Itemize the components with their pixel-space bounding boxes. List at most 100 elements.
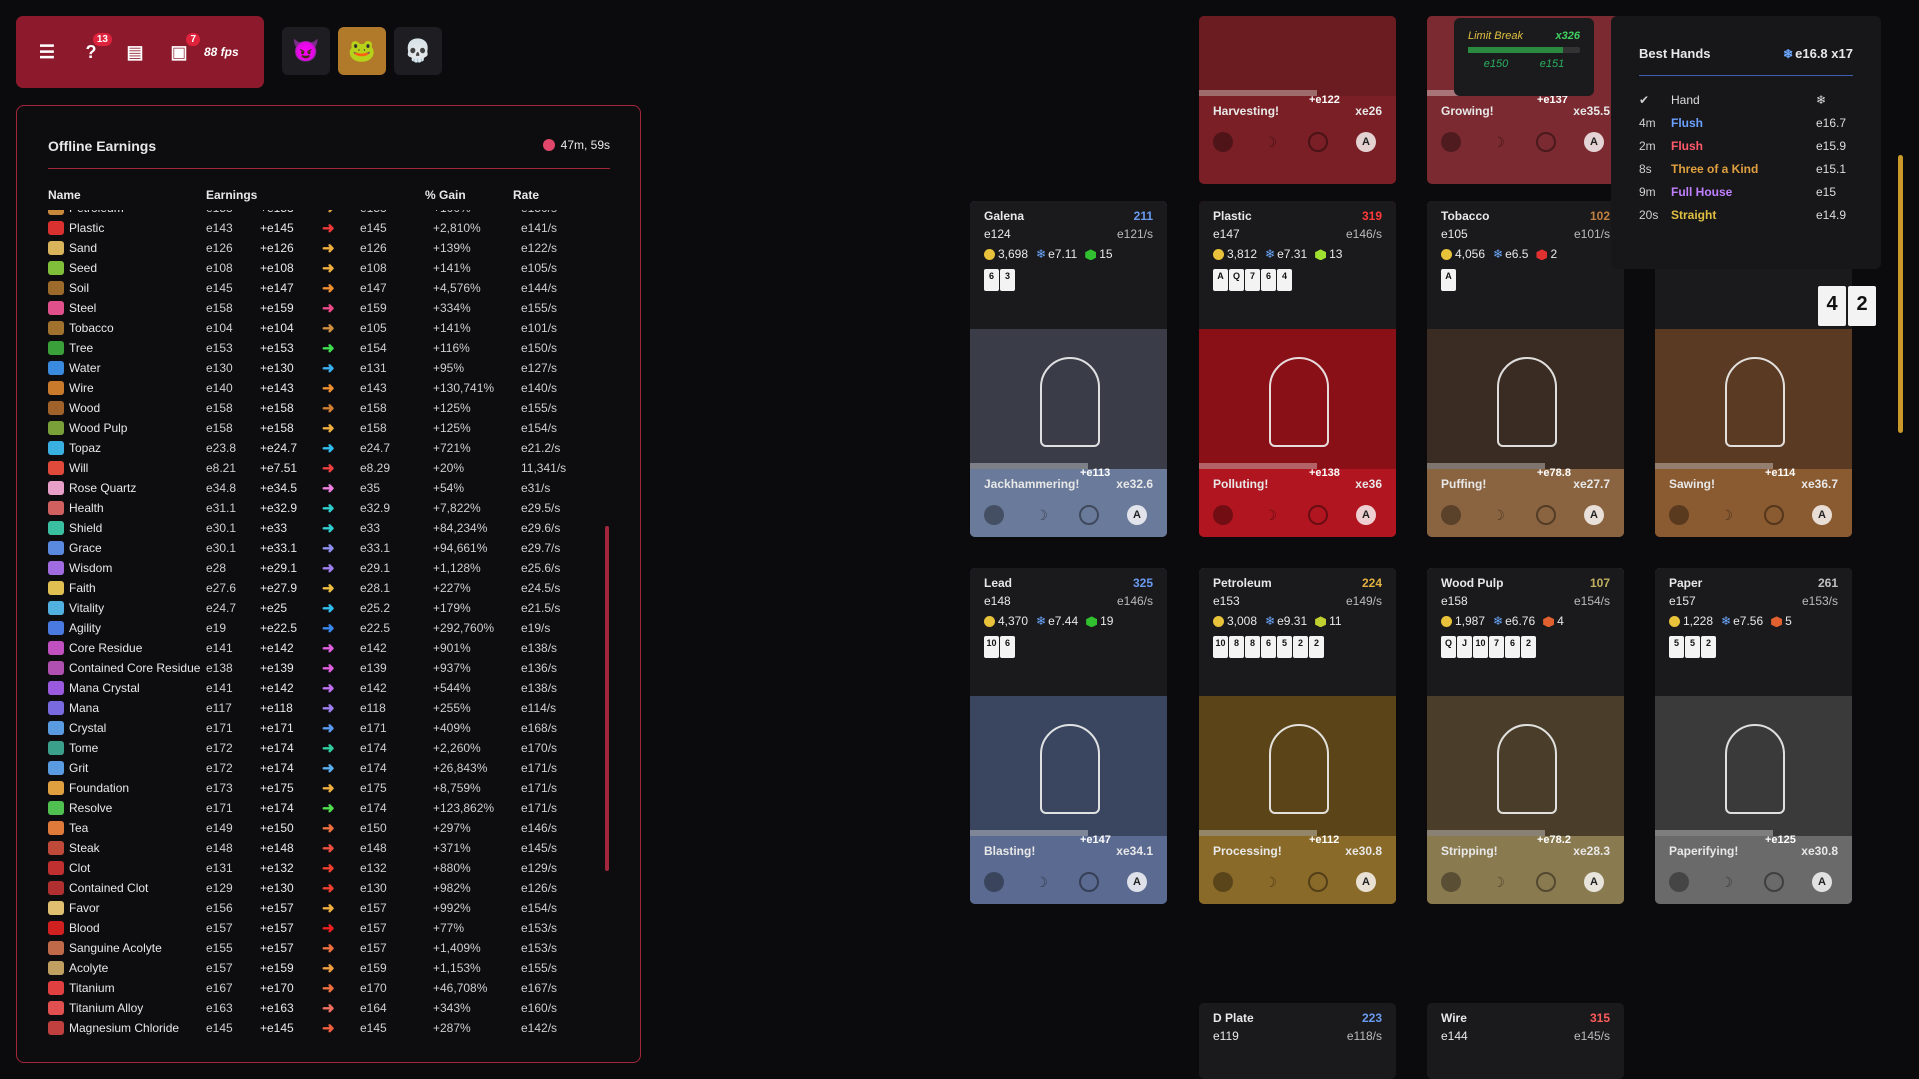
resource-card-lead[interactable]: Lead 325 e148 e146/s 4,370 ❄ e7.44 19 10 6 Blastin…: [970, 568, 1167, 904]
info-icon[interactable]: [1079, 872, 1100, 892]
playing-card[interactable]: 5: [1277, 636, 1292, 658]
card-art[interactable]: [1427, 696, 1624, 836]
moon-icon[interactable]: ☽: [1717, 872, 1737, 892]
resource-card-tobacco[interactable]: Tobacco 102 e105 e101/s 4,056 ❄ e6.5 2 A Puffing!…: [1427, 201, 1624, 537]
chat-icon[interactable]: [984, 872, 1004, 892]
playing-card[interactable]: 7: [1489, 636, 1504, 658]
playing-card[interactable]: 8: [1229, 636, 1244, 658]
card-art[interactable]: [1199, 16, 1396, 96]
card-art[interactable]: [1427, 329, 1624, 469]
main-scrollbar[interactable]: [1898, 155, 1903, 433]
chat-icon[interactable]: [984, 505, 1004, 525]
playing-card[interactable]: 6: [1505, 636, 1520, 658]
earnings-list[interactable]: Petroleume153+e153➜e153+100%e150/sPlasti…: [48, 210, 608, 1056]
info-icon[interactable]: [1764, 505, 1785, 525]
menu-icon[interactable]: ☰: [36, 41, 58, 63]
auto-icon[interactable]: A: [1126, 872, 1147, 892]
info-icon[interactable]: [1079, 505, 1100, 525]
playing-card[interactable]: 6: [1261, 636, 1276, 658]
playing-card[interactable]: A: [1213, 269, 1228, 291]
playing-card[interactable]: 10: [984, 636, 999, 658]
info-icon[interactable]: [1308, 505, 1329, 525]
playing-card[interactable]: 2: [1309, 636, 1324, 658]
resource-card-wire[interactable]: Wire 315 e144 e145/s: [1427, 1003, 1624, 1079]
card-hand[interactable]: 552: [1669, 636, 1838, 658]
auto-icon[interactable]: A: [1355, 872, 1376, 892]
info-icon[interactable]: [1764, 872, 1785, 892]
playing-card[interactable]: 2: [1521, 636, 1536, 658]
card-hand[interactable]: AQ764: [1213, 269, 1382, 291]
resource-card-woodpulp[interactable]: Wood Pulp 107 e158 e154/s 1,987 ❄ e6.76 4 Q J 10 7 6…: [1427, 568, 1624, 904]
playing-card[interactable]: Q: [1229, 269, 1244, 291]
playing-card[interactable]: 10: [1473, 636, 1488, 658]
resource-card-paper[interactable]: Paper 261 e157 e153/s 1,228 ❄ e7.56 5 5 5 2 Paperif…: [1655, 568, 1852, 904]
chat-icon[interactable]: [1213, 132, 1233, 152]
playing-card[interactable]: J: [1457, 636, 1472, 658]
resource-card-dplate[interactable]: D Plate 223 e119 e118/s: [1199, 1003, 1396, 1079]
auto-icon[interactable]: A: [1811, 505, 1832, 525]
card-hand[interactable]: 10 6: [984, 636, 1153, 658]
moon-icon[interactable]: ☽: [1489, 505, 1509, 525]
playing-card[interactable]: 4: [1277, 269, 1292, 291]
chat-icon[interactable]: [1213, 505, 1233, 525]
moon-icon[interactable]: ☽: [1717, 505, 1737, 525]
playing-card[interactable]: 6: [984, 269, 999, 291]
resource-card-petroleum[interactable]: Petroleum 224 e153 e149/s 3,008 ❄ e9.31 11 10 8 8 6…: [1199, 568, 1396, 904]
character-avatar-2[interactable]: 🐸: [338, 27, 386, 75]
auto-icon[interactable]: A: [1811, 872, 1832, 892]
card-hand[interactable]: Q J 10 7 6 2: [1441, 636, 1610, 658]
chat-icon[interactable]: [1441, 872, 1461, 892]
playing-card[interactable]: 6: [1000, 636, 1015, 658]
auto-icon[interactable]: A: [1583, 132, 1604, 152]
playing-card[interactable]: 8: [1245, 636, 1260, 658]
playing-card[interactable]: 5: [1669, 636, 1684, 658]
info-icon[interactable]: [1308, 872, 1329, 892]
auto-icon[interactable]: A: [1126, 505, 1147, 525]
card-hand[interactable]: A: [1441, 269, 1610, 291]
card-art[interactable]: [1655, 329, 1852, 469]
resource-card-plastic[interactable]: Plastic 319 e147 e146/s 3,812 ❄ e7.31 13 A Q 7 6 4 Po…: [1199, 201, 1396, 537]
help-icon[interactable]: ? 13: [80, 33, 112, 63]
auto-icon[interactable]: A: [1355, 132, 1376, 152]
moon-icon[interactable]: ☽: [1261, 505, 1281, 525]
info-icon[interactable]: [1536, 505, 1557, 525]
card-hand[interactable]: 63: [984, 269, 1153, 291]
chat-icon[interactable]: [1441, 132, 1461, 152]
scrollbar[interactable]: [605, 526, 609, 871]
playing-card[interactable]: 7: [1245, 269, 1260, 291]
moon-icon[interactable]: ☽: [1489, 132, 1509, 152]
card-art[interactable]: [970, 696, 1167, 836]
chat-icon[interactable]: [1441, 505, 1461, 525]
resource-card-harvest[interactable]: Harvesting! xe26 ☽ A +e122: [1199, 16, 1396, 184]
ticket-icon[interactable]: ▣ 7: [168, 33, 200, 63]
save-icon[interactable]: ▤: [124, 41, 146, 63]
playing-card[interactable]: 2: [1701, 636, 1716, 658]
moon-icon[interactable]: ☽: [1261, 132, 1281, 152]
playing-card[interactable]: A: [1441, 269, 1456, 291]
info-icon[interactable]: [1308, 132, 1329, 152]
moon-icon[interactable]: ☽: [1489, 872, 1509, 892]
chat-icon[interactable]: [1669, 505, 1689, 525]
auto-icon[interactable]: A: [1583, 872, 1604, 892]
playing-card[interactable]: 10: [1213, 636, 1228, 658]
resource-card-galena[interactable]: Galena 211 e124 e121/s 3,698 ❄ e7.11 15 6 3 Jackha…: [970, 201, 1167, 537]
playing-card[interactable]: 2: [1293, 636, 1308, 658]
card-hand[interactable]: 10 8 8 6 5 2 2: [1213, 636, 1382, 658]
chat-icon[interactable]: [1669, 872, 1689, 892]
moon-icon[interactable]: ☽: [1032, 505, 1052, 525]
playing-card[interactable]: 5: [1685, 636, 1700, 658]
card-art[interactable]: [970, 329, 1167, 469]
card-art[interactable]: [1199, 329, 1396, 469]
info-icon[interactable]: [1536, 132, 1557, 152]
character-avatar-3[interactable]: 💀: [394, 27, 442, 75]
moon-icon[interactable]: ☽: [1261, 872, 1281, 892]
card-art[interactable]: [1199, 696, 1396, 836]
chat-icon[interactable]: [1213, 872, 1233, 892]
playing-card[interactable]: 3: [1000, 269, 1015, 291]
playing-card[interactable]: Q: [1441, 636, 1456, 658]
auto-icon[interactable]: A: [1583, 505, 1604, 525]
character-avatar-1[interactable]: 😈: [282, 27, 330, 75]
info-icon[interactable]: [1536, 872, 1557, 892]
card-art[interactable]: [1655, 696, 1852, 836]
playing-card[interactable]: 6: [1261, 269, 1276, 291]
